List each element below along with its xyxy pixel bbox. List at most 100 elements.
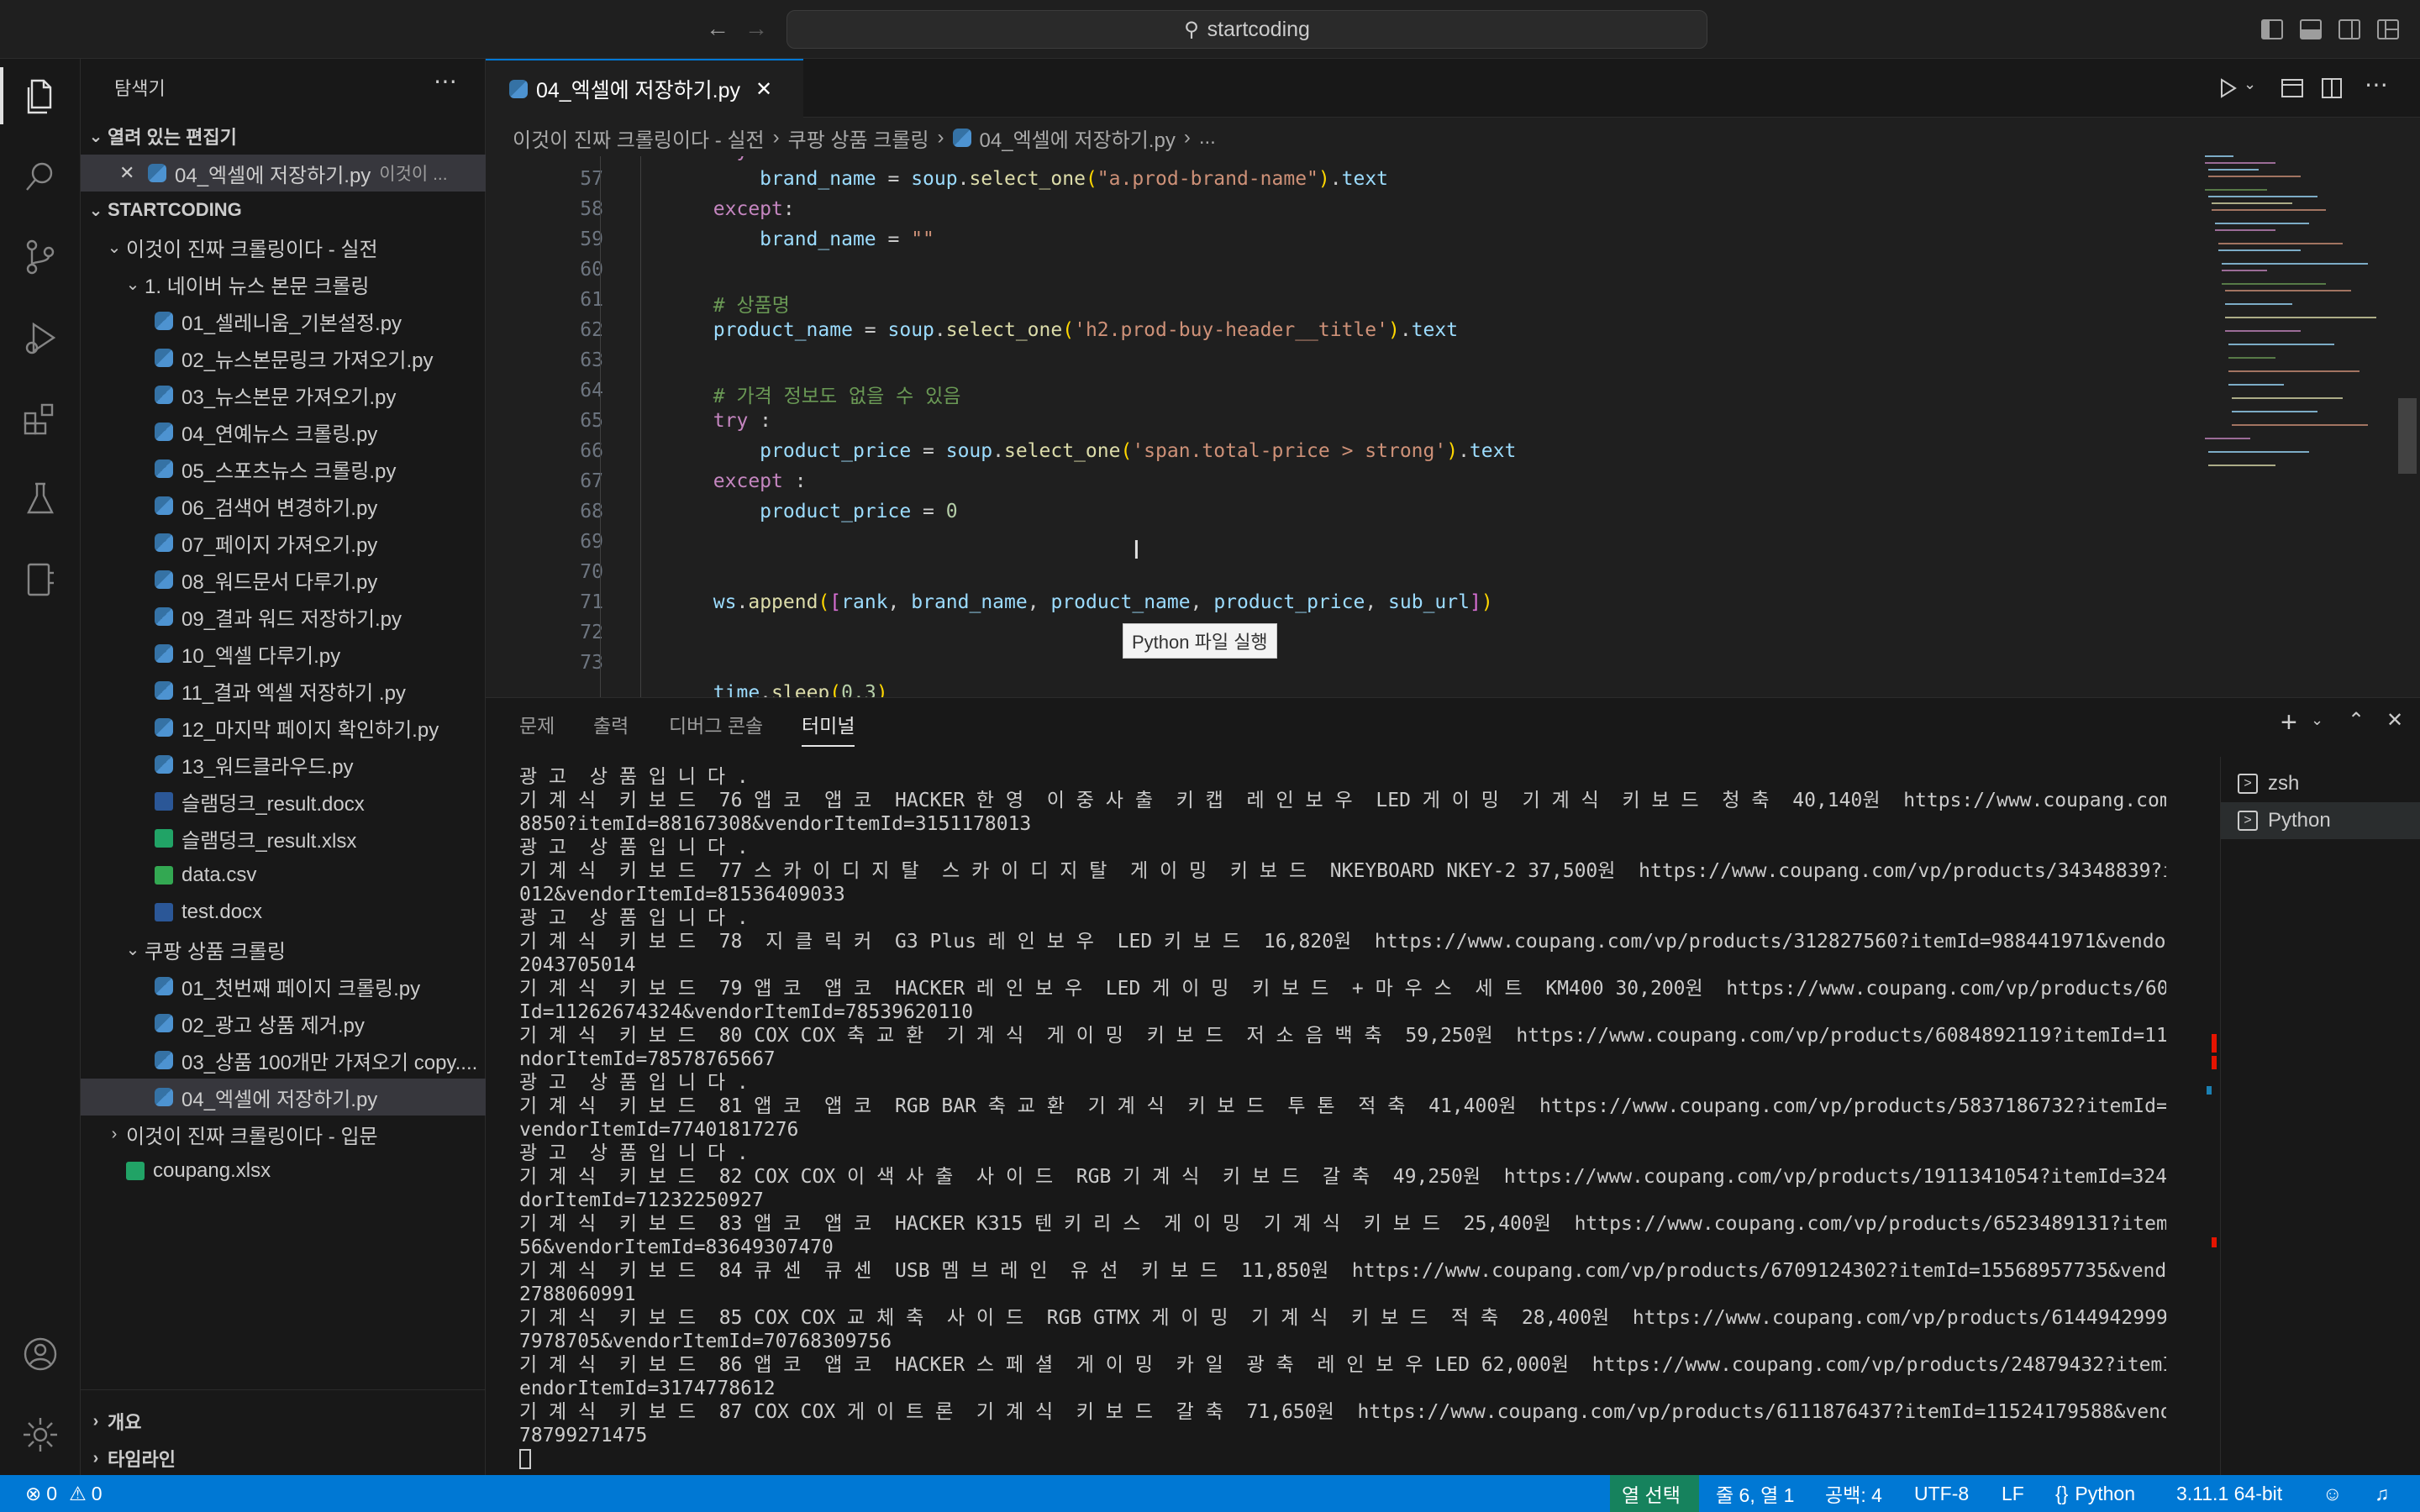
open-editor-item[interactable]: ✕ 04_엑셀에 저장하기.py 이것이 ... [81, 155, 486, 192]
file-item[interactable]: 슬램덩크_result.docx [81, 783, 486, 820]
braces-icon: {} [2055, 1482, 2069, 1504]
new-terminal-icon[interactable]: + [2281, 706, 2297, 739]
tree-item-label: 03_상품 100개만 가져오기 copy.... [182, 1051, 478, 1074]
feedback-icon[interactable]: ☺ [2323, 1475, 2342, 1512]
tab-problems[interactable]: 문제 [519, 710, 555, 747]
folder-item[interactable]: ⌄ 쿠팡 상품 크롤링 [81, 931, 486, 968]
terminal-item-python[interactable]: > Python [2221, 802, 2420, 839]
folder-item[interactable]: ⌄ 1. 네이버 뉴스 본문 크롤링 [81, 265, 486, 302]
breadcrumb-item[interactable]: 이것이 진짜 크롤링이다 - 실전 [513, 123, 765, 153]
file-item[interactable]: coupang.xlsx [81, 1152, 486, 1189]
open-editors-section[interactable]: ⌄ 열려 있는 편집기 [81, 118, 486, 155]
search-icon[interactable] [0, 139, 81, 213]
terminal-name: zsh [2268, 772, 2300, 795]
editor-tab-active[interactable]: 04_엑셀에 저장하기.py ✕ [486, 59, 803, 118]
more-actions-icon[interactable]: ⋯ [2365, 71, 2388, 98]
code-editor[interactable]: try: 57 brand_name = soup.select_one("a.… [486, 156, 2183, 697]
open-changes-icon[interactable] [2281, 77, 2304, 99]
explorer-icon[interactable] [0, 59, 81, 133]
file-item[interactable]: 02_뉴스본문링크 가져오기.py [81, 339, 486, 376]
terminal-scrollbar[interactable] [2200, 769, 2208, 1441]
cursor-position[interactable]: 줄 6, 열 1 [1716, 1475, 1794, 1512]
terminal-output[interactable]: 광 고 상 품 입 니 다 .기 계 식 키 보 드 76 앱 코 앱 코 HA… [519, 765, 2166, 1471]
command-center-search[interactable]: ⚲ startcoding [786, 10, 1707, 49]
xlsx-file-icon [126, 1162, 145, 1180]
file-item[interactable]: 13_워드클라우드.py [81, 746, 486, 783]
run-python-file-icon[interactable] [2217, 77, 2238, 99]
account-icon[interactable] [0, 1317, 81, 1391]
editor-scrollbar-thumb[interactable] [2398, 398, 2417, 474]
file-item[interactable]: 12_마지막 페이지 확인하기.py [81, 709, 486, 746]
workspace-section[interactable]: ⌄ STARTCODING [81, 192, 486, 228]
minimap[interactable] [2200, 151, 2402, 504]
file-item[interactable]: data.csv [81, 857, 486, 894]
file-item[interactable]: 10_엑셀 다루기.py [81, 635, 486, 672]
more-actions-icon[interactable]: ⋯ [434, 67, 457, 95]
outline-section[interactable]: › 개요 [81, 1403, 486, 1440]
indent-guide [640, 156, 641, 697]
folder-item[interactable]: › 이것이 진짜 크롤링이다 - 입문 [81, 1116, 486, 1152]
close-icon[interactable]: ✕ [119, 162, 136, 184]
folder-item[interactable]: ⌄ 이것이 진짜 크롤링이다 - 실전 [81, 228, 486, 265]
customize-layout-icon[interactable] [2376, 18, 2400, 40]
file-item[interactable]: 06_검색어 변경하기.py [81, 487, 486, 524]
maximize-panel-icon[interactable]: ⌃ [2348, 708, 2365, 732]
source-control-icon[interactable] [0, 220, 81, 294]
py-file-icon [155, 312, 173, 330]
file-item[interactable]: test.docx [81, 894, 486, 931]
notifications-bell-icon[interactable]: ♫ [2375, 1475, 2389, 1512]
language-mode[interactable]: {} Python [2055, 1475, 2135, 1512]
breadcrumb-item[interactable]: 쿠팡 상품 크롤링 [788, 123, 929, 153]
status-bar: ⊗ 0 ⚠ 0 열 선택 줄 6, 열 1 공백: 4 UTF-8 LF {} … [0, 1475, 2420, 1512]
selection-mode[interactable]: 열 선택 [1610, 1475, 1699, 1512]
chevron-right-icon: › [92, 1448, 99, 1467]
toggle-secondary-sidebar-icon[interactable] [2338, 18, 2361, 40]
toggle-panel-icon[interactable] [2299, 18, 2323, 40]
file-item[interactable]: 11_결과 엑셀 저장하기 .py [81, 672, 486, 709]
file-item[interactable]: 02_광고 상품 제거.py [81, 1005, 486, 1042]
file-item[interactable]: 01_첫번째 페이지 크롤링.py [81, 968, 486, 1005]
file-item[interactable]: 01_셀레니움_기본설정.py [81, 302, 486, 339]
encoding[interactable]: UTF-8 [1914, 1475, 1969, 1512]
file-item[interactable]: 08_워드문서 다루기.py [81, 561, 486, 598]
file-item[interactable]: 03_상품 100개만 가져오기 copy.... [81, 1042, 486, 1079]
file-item[interactable]: 07_페이지 가져오기.py [81, 524, 486, 561]
terminal-dropdown-chevron-icon[interactable]: ⌄ [2311, 711, 2323, 729]
tree-item-label: 이것이 진짜 크롤링이다 - 입문 [126, 1125, 378, 1148]
run-dropdown-chevron-icon[interactable]: ⌄ [2244, 76, 2256, 93]
breadcrumb-item[interactable]: ... [1199, 126, 1216, 150]
file-item[interactable]: 05_스포츠뉴스 크롤링.py [81, 450, 486, 487]
breadcrumb-item[interactable]: 04_엑셀에 저장하기.py [980, 123, 1176, 153]
problems-status[interactable]: ⊗ 0 ⚠ 0 [25, 1475, 103, 1512]
extensions-icon[interactable] [0, 381, 81, 455]
file-item[interactable]: 04_연예뉴스 크롤링.py [81, 413, 486, 450]
file-item[interactable]: 03_뉴스본문 가져오기.py [81, 376, 486, 413]
toggle-primary-sidebar-icon[interactable] [2260, 18, 2284, 40]
terminal-marker [2212, 1237, 2217, 1247]
py-file-icon [155, 459, 173, 478]
file-item[interactable]: 슬램덩크_result.xlsx [81, 820, 486, 857]
timeline-section[interactable]: › 타임라인 [81, 1440, 486, 1477]
back-arrow-icon[interactable]: ← [706, 17, 729, 40]
forward-arrow-icon[interactable]: → [744, 17, 768, 40]
python-interpreter[interactable]: 3.11.1 64-bit [2176, 1475, 2282, 1512]
testing-icon[interactable] [0, 462, 81, 536]
settings-gear-icon[interactable] [0, 1398, 81, 1472]
close-tab-icon[interactable]: ✕ [755, 77, 772, 102]
close-panel-icon[interactable]: ✕ [2386, 708, 2403, 732]
py-file-icon [155, 533, 173, 552]
tab-terminal[interactable]: 터미널 [802, 710, 855, 747]
split-editor-icon[interactable] [2321, 77, 2343, 99]
file-item[interactable]: 09_결과 워드 저장하기.py [81, 598, 486, 635]
remote-explorer-icon[interactable] [0, 543, 81, 617]
tab-debug-console[interactable]: 디버그 콘솔 [669, 710, 763, 747]
terminal-item-zsh[interactable]: > zsh [2221, 765, 2420, 802]
indentation[interactable]: 공백: 4 [1825, 1475, 1882, 1512]
end-of-line[interactable]: LF [2002, 1475, 2024, 1512]
tab-output[interactable]: 출력 [593, 710, 629, 747]
terminal-line: 광 고 상 품 입 니 다 . [519, 766, 749, 788]
python-file-icon [952, 129, 971, 147]
run-debug-icon[interactable] [0, 301, 81, 375]
file-item[interactable]: 04_엑셀에 저장하기.py [81, 1079, 486, 1116]
editor-group: 04_엑셀에 저장하기.py ✕ ⌄ ⋯ 이것이 진짜 크롤링이다 - 실전 ›… [486, 59, 2420, 697]
